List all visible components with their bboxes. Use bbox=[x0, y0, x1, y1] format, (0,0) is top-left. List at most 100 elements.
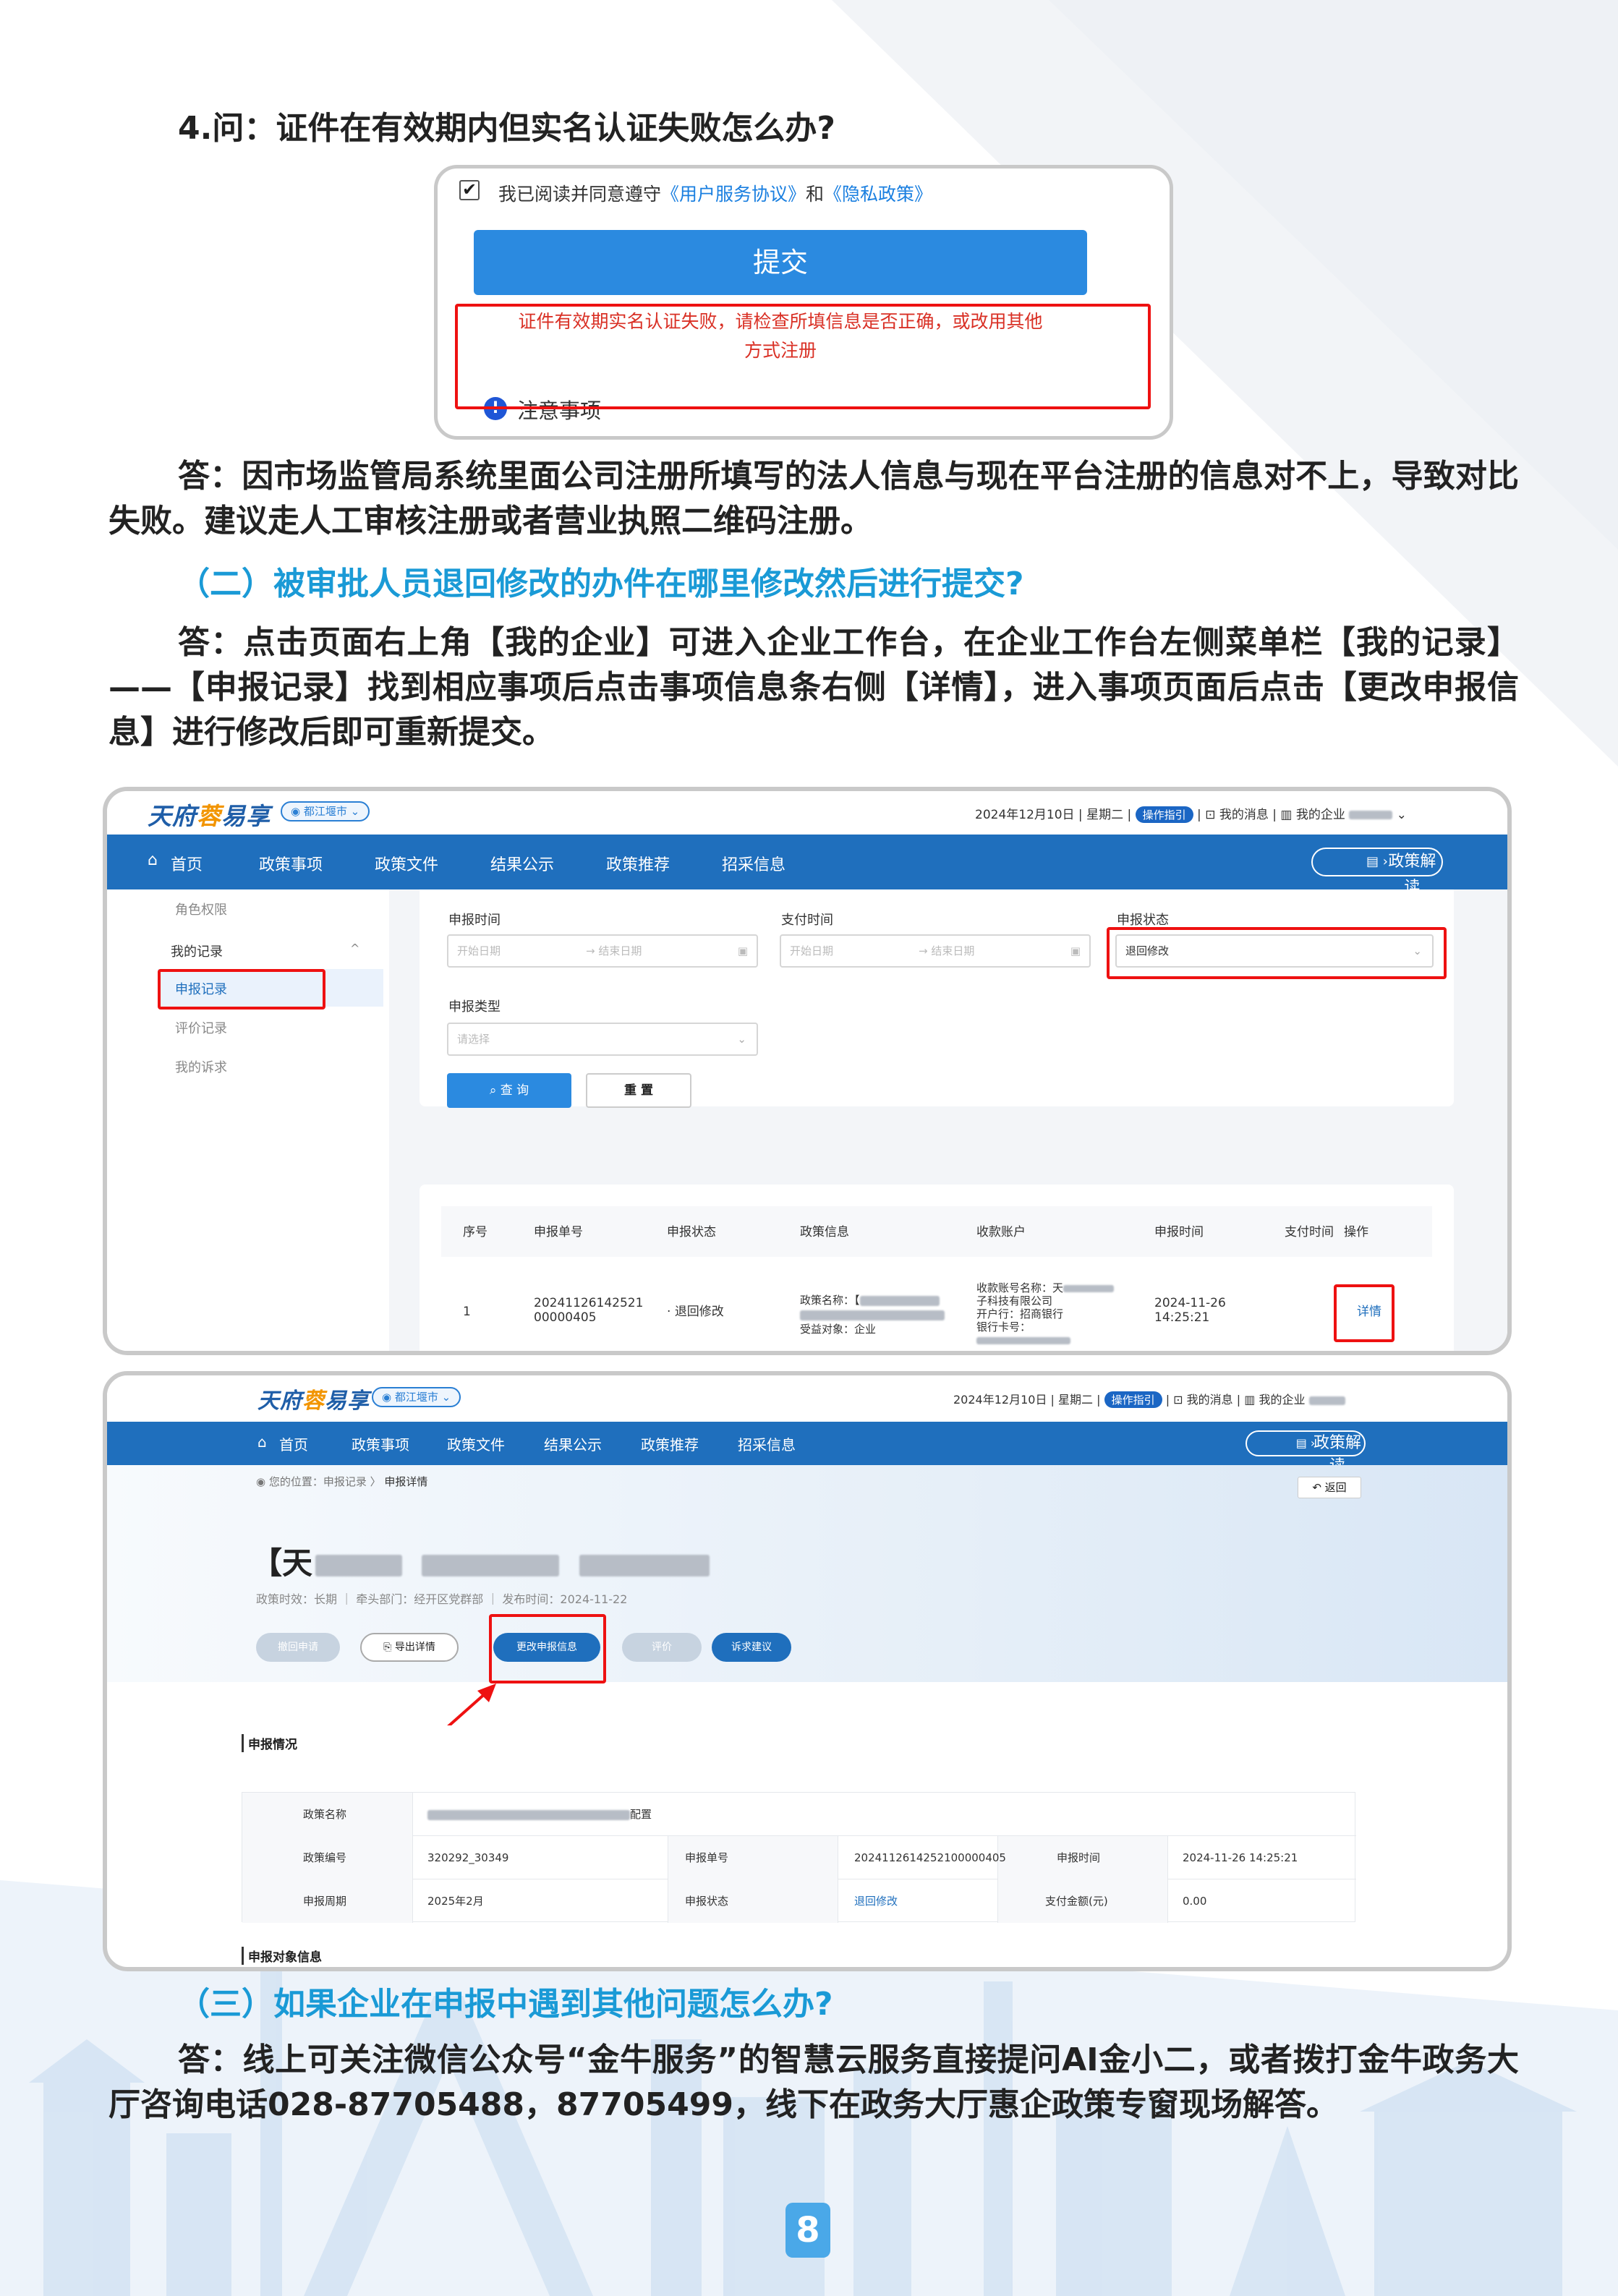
blurred-name bbox=[1349, 811, 1393, 819]
breadcrumb: ◉ 您的位置：申报记录 〉 申报详情 bbox=[256, 1475, 428, 1488]
sidebar-item-appeal[interactable]: 我的诉求 bbox=[175, 1057, 227, 1076]
value-order: 2024112614252100000405 bbox=[854, 1851, 1006, 1864]
screenshot-records-list: 天府蓉易享 ◉ 都江堰市 ⌄ 2024年12月10日 | 星期二 | 操作指引 … bbox=[103, 787, 1512, 1355]
question-4-title: 4.问：证件在有效期内但实名认证失败怎么办? bbox=[178, 110, 835, 147]
topbar-right: 2024年12月10日 | 星期二 | 操作指引 | ⊡ 我的消息 | ▥ 我的… bbox=[975, 806, 1407, 823]
nav-home[interactable]: 首页 bbox=[279, 1433, 308, 1454]
nav-policy-items[interactable]: 政策事项 bbox=[259, 852, 323, 875]
enterprise-icon: ▥ bbox=[1280, 808, 1293, 822]
city-selector[interactable]: ◉ 都江堰市 ⌄ bbox=[372, 1387, 461, 1407]
evaluate-button[interactable]: 评价 bbox=[622, 1633, 702, 1662]
topbar-right: 2024年12月10日 | 星期二 | 操作指引 | ⊡ 我的消息 | ▥ 我的… bbox=[953, 1390, 1345, 1408]
enterprise-icon: ▥ bbox=[1244, 1393, 1256, 1407]
section-2-answer: 答：点击页面右上角【我的企业】可进入企业工作台，在企业工作台左侧菜单栏【我的记录… bbox=[108, 624, 1519, 751]
message-icon: ⊡ bbox=[1173, 1393, 1183, 1407]
message-icon: ⊡ bbox=[1205, 808, 1216, 822]
portal-navbar: ⌂ 首页 政策事项 政策文件 结果公示 政策推荐 招采信息 ▤ 政策解读 › bbox=[107, 835, 1507, 897]
withdraw-button[interactable]: 撤回申请 bbox=[256, 1633, 340, 1662]
nav-results[interactable]: 结果公示 bbox=[490, 852, 554, 875]
guide-button[interactable]: 操作指引 bbox=[1135, 806, 1193, 823]
my-enterprise-link[interactable]: 我的企业 bbox=[1259, 1393, 1305, 1407]
th-op: 操作 bbox=[1344, 1225, 1368, 1239]
screenshot-submit-error: ✔ 我已阅读并同意遵守《用户服务协议》和《隐私政策》 提交 证件有效期实名认证失… bbox=[434, 165, 1173, 440]
label-policy-no: 政策编号 bbox=[303, 1851, 347, 1864]
portal-topbar: 天府蓉易享 ◉ 都江堰市 ⌄ 2024年12月10日 | 星期二 | 操作指引 … bbox=[107, 791, 1507, 835]
topbar-weekday: 星期二 bbox=[1058, 1393, 1094, 1407]
portal-navbar: ⌂ 首页 政策事项 政策文件 结果公示 政策推荐 招采信息 ▤ 政策解读 › bbox=[107, 1422, 1507, 1475]
sidebar-my-records[interactable]: 我的记录 bbox=[171, 942, 223, 960]
privacy-policy-link[interactable]: 《隐私政策》 bbox=[824, 184, 932, 205]
nav-policy-docs[interactable]: 政策文件 bbox=[375, 852, 438, 875]
guide-button[interactable]: 操作指引 bbox=[1104, 1391, 1162, 1408]
agree-checkbox[interactable]: ✔ bbox=[459, 180, 480, 200]
type-label: 申报类型 bbox=[448, 999, 501, 1015]
label-amount: 支付金额(元) bbox=[1045, 1895, 1108, 1908]
nav-recommend[interactable]: 政策推荐 bbox=[641, 1433, 699, 1454]
td-order: 2024112614252100000405 bbox=[534, 1296, 644, 1325]
home-icon: ⌂ bbox=[148, 851, 158, 869]
nav-policy-docs[interactable]: 政策文件 bbox=[447, 1433, 505, 1454]
type-select[interactable]: 请选择 ⌄ bbox=[447, 1023, 758, 1056]
value-policy-name: 配置 bbox=[427, 1807, 652, 1822]
label-period: 申报周期 bbox=[303, 1895, 347, 1908]
nav-results[interactable]: 结果公示 bbox=[544, 1433, 602, 1454]
policy-interpret-button[interactable]: ▤ 政策解读 › bbox=[1311, 848, 1443, 897]
section-3-answer: 答：线上可关注微信公众号“金牛服务”的智慧云服务直接提问AI金小二，或者拨打金牛… bbox=[108, 2041, 1519, 2123]
apply-time-label: 申报时间 bbox=[448, 913, 501, 928]
highlight-error-box bbox=[455, 304, 1151, 409]
breadcrumb-link[interactable]: 您的位置：申报记录 bbox=[269, 1475, 367, 1488]
records-table: 序号 申报单号 申报状态 政策信息 收款账户 申报时间 支付时间 操作 1 20… bbox=[420, 1185, 1454, 1351]
policy-interpret-button[interactable]: ▤ 政策解读 › bbox=[1246, 1430, 1366, 1475]
sidebar: 角色权限 我的记录 ^ 申报记录 评价记录 我的诉求 bbox=[107, 889, 389, 1351]
section-heading-apply: 申报情况 bbox=[242, 1734, 297, 1752]
appeal-button[interactable]: 诉求建议 bbox=[712, 1633, 791, 1662]
nav-procurement[interactable]: 招采信息 bbox=[722, 852, 785, 875]
export-button[interactable]: ⎘ 导出详情 bbox=[360, 1633, 459, 1662]
td-account: 收款账号名称：天 子科技有限公司 开户行：招商银行 银行卡号： bbox=[976, 1281, 1115, 1347]
export-icon: ⎘ bbox=[383, 1642, 392, 1653]
submit-button[interactable]: 提交 bbox=[474, 230, 1087, 295]
policy-title: 【天 bbox=[252, 1539, 710, 1583]
portal-logo[interactable]: 天府蓉易享 bbox=[257, 1383, 370, 1414]
topbar-weekday: 星期二 bbox=[1086, 808, 1124, 822]
nav-procurement[interactable]: 招采信息 bbox=[738, 1433, 796, 1454]
my-enterprise-link[interactable]: 我的企业 bbox=[1296, 808, 1345, 822]
search-icon: ⌕ bbox=[489, 1083, 497, 1098]
nav-policy-items[interactable]: 政策事项 bbox=[352, 1433, 409, 1454]
th-paytime: 支付时间 bbox=[1285, 1225, 1334, 1239]
section-3-title: （三）如果企业在申报中遇到其他问题怎么办? bbox=[178, 1986, 833, 2023]
th-time: 申报时间 bbox=[1154, 1225, 1204, 1239]
chevron-up-icon[interactable]: ^ bbox=[350, 942, 359, 955]
agree-text: 我已阅读并同意遵守《用户服务协议》和《隐私政策》 bbox=[498, 180, 932, 206]
calendar-icon: ▣ bbox=[737, 944, 748, 957]
apply-date-range[interactable]: 开始日期 → 结束日期 ▣ bbox=[447, 934, 758, 968]
sidebar-item-eval[interactable]: 评价记录 bbox=[175, 1018, 227, 1037]
portal-logo[interactable]: 天府蓉易享 bbox=[148, 797, 271, 832]
user-agreement-link[interactable]: 《用户服务协议》 bbox=[661, 184, 806, 205]
home-icon: ⌂ bbox=[257, 1433, 267, 1451]
question-4-answer: 答：因市场监管局系统里面公司注册所填写的法人信息与现在平台注册的信息对不上，导致… bbox=[108, 458, 1519, 539]
my-messages-link[interactable]: 我的消息 bbox=[1187, 1393, 1233, 1407]
calendar-icon: ▣ bbox=[1070, 944, 1081, 957]
td-policy: 政策名称：【 受益对象：企业 bbox=[800, 1293, 945, 1336]
topbar-date: 2024年12月10日 bbox=[975, 808, 1075, 822]
nav-recommend[interactable]: 政策推荐 bbox=[606, 852, 670, 875]
nav-home[interactable]: 首页 bbox=[171, 852, 203, 875]
label-time: 申报时间 bbox=[1057, 1851, 1101, 1864]
my-messages-link[interactable]: 我的消息 bbox=[1219, 808, 1269, 822]
label-status: 申报状态 bbox=[685, 1895, 729, 1908]
sidebar-item-role[interactable]: 角色权限 bbox=[175, 900, 227, 918]
detail-panel: 申报情况 政策名称 配置 政策编号 320292_30349 申报单号 2024… bbox=[242, 1725, 1408, 1967]
back-button[interactable]: ↶ 返回 bbox=[1298, 1477, 1361, 1498]
detail-table: 政策名称 配置 政策编号 320292_30349 申报单号 202411261… bbox=[242, 1792, 1356, 1923]
city-selector[interactable]: ◉ 都江堰市 ⌄ bbox=[281, 801, 370, 821]
query-button[interactable]: ⌕ 查 询 bbox=[447, 1073, 571, 1108]
policy-meta: 政策时效：长期 ｜ 牵头部门：经开区党群部 ｜ 发布时间：2024-11-22 bbox=[256, 1592, 628, 1606]
pay-date-range[interactable]: 开始日期 → 结束日期 ▣ bbox=[780, 934, 1091, 968]
portal-topbar: 天府蓉易享 ◉ 都江堰市 ⌄ 2024年12月10日 | 星期二 | 操作指引 … bbox=[107, 1375, 1507, 1422]
th-status: 申报状态 bbox=[667, 1225, 716, 1239]
topbar-date: 2024年12月10日 bbox=[953, 1393, 1047, 1407]
reset-button[interactable]: 重 置 bbox=[586, 1073, 691, 1108]
value-amount: 0.00 bbox=[1183, 1895, 1207, 1908]
agree-prefix: 我已阅读并同意遵守 bbox=[498, 184, 662, 205]
